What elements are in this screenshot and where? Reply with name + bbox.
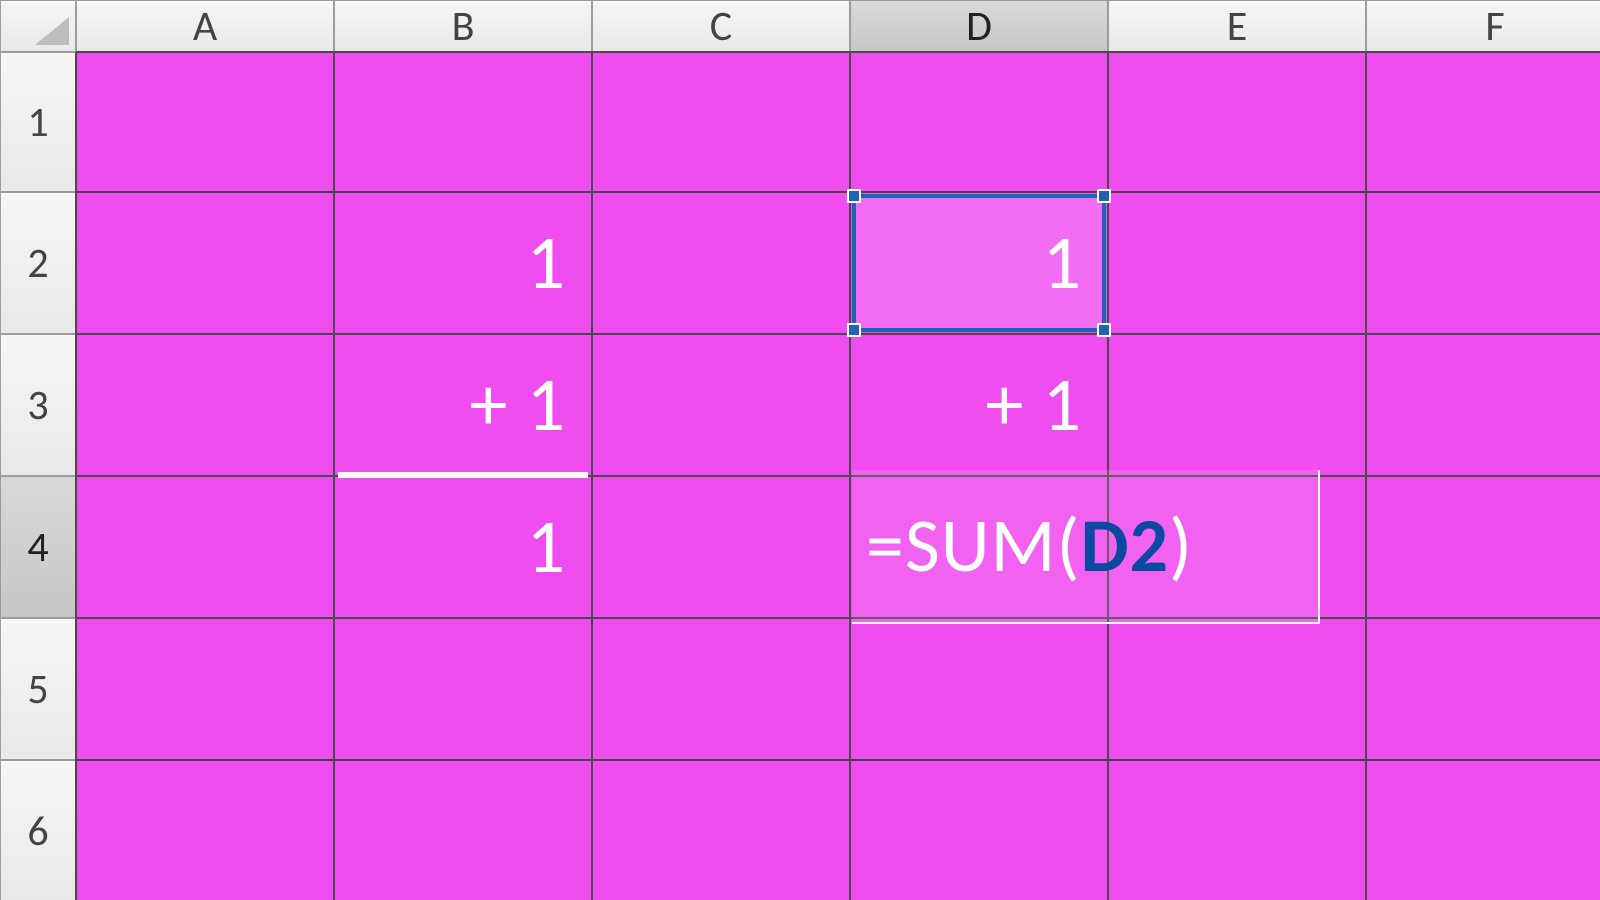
spreadsheet-viewport: ABCDEF 123456 1+ 111+ 1 =SUM(D2)	[0, 0, 1600, 900]
gridline-h	[76, 51, 1600, 53]
row-header-4[interactable]: 4	[0, 476, 76, 618]
row-header-1[interactable]: 1	[0, 52, 76, 192]
cell-B2[interactable]: 1	[334, 192, 592, 334]
column-header-A[interactable]: A	[76, 0, 334, 52]
gridline-h	[76, 191, 1600, 193]
row-header-3[interactable]: 3	[0, 334, 76, 476]
cell-formula-editor[interactable]: =SUM(D2)	[852, 470, 1320, 624]
formula-text-ref: D2	[1081, 500, 1169, 592]
gridline-h	[76, 759, 1600, 761]
gridline-h	[76, 617, 1600, 619]
column-header-D[interactable]: D	[850, 0, 1108, 52]
column-header-B[interactable]: B	[334, 0, 592, 52]
select-all-corner[interactable]	[0, 0, 76, 52]
column-header-E[interactable]: E	[1108, 0, 1366, 52]
cell-D2[interactable]: 1	[850, 192, 1108, 334]
column-header-F[interactable]: F	[1366, 0, 1600, 52]
cell-B4[interactable]: 1	[334, 476, 592, 618]
column-header-C[interactable]: C	[592, 0, 850, 52]
gridline-h	[76, 475, 1600, 477]
formula-text-suffix: )	[1169, 500, 1193, 592]
row-header-5[interactable]: 5	[0, 618, 76, 760]
gridline-h	[76, 333, 1600, 335]
cell-D3[interactable]: + 1	[850, 334, 1108, 476]
cell-B3[interactable]: + 1	[334, 334, 592, 476]
row-header-2[interactable]: 2	[0, 192, 76, 334]
row-header-6[interactable]: 6	[0, 760, 76, 900]
formula-text-prefix: =SUM(	[866, 500, 1081, 592]
